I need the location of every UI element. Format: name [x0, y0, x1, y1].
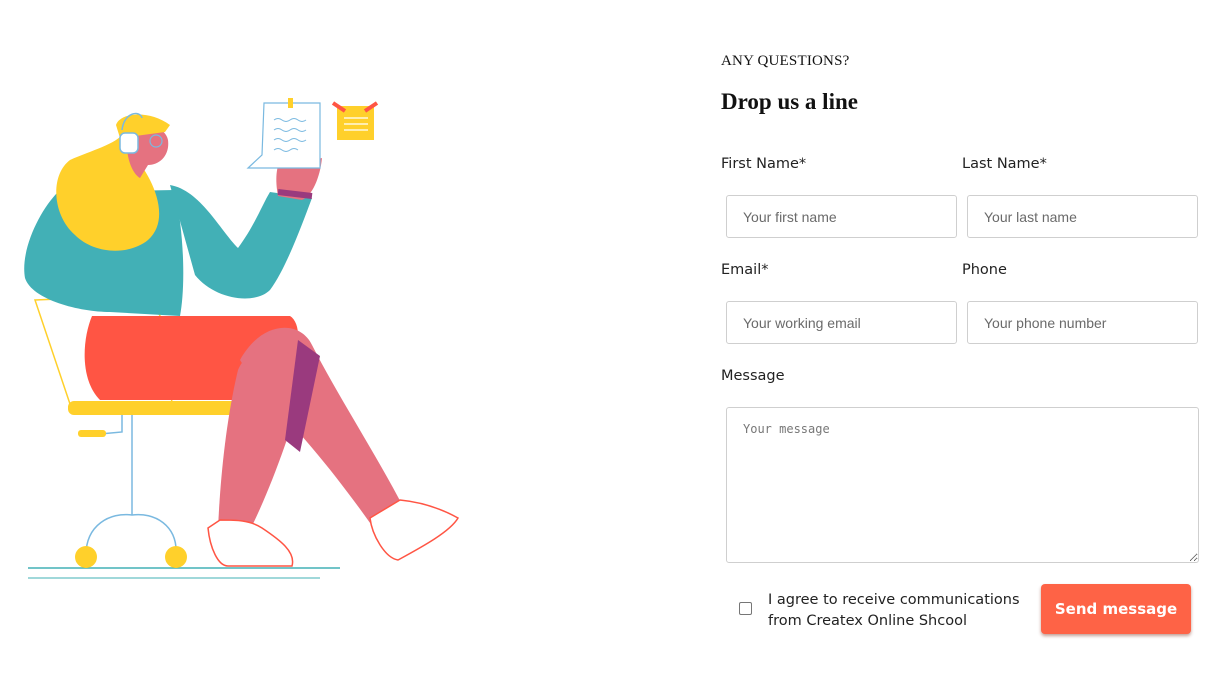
woman-on-chair-illustration — [24, 98, 460, 579]
contact-illustration — [0, 0, 700, 688]
form-heading: Drop us a line — [721, 89, 858, 114]
consent-label: I agree to receive communications from C… — [768, 592, 1020, 629]
contact-form: ANY QUESTIONS? Drop us a line First Name… — [721, 0, 1211, 688]
form-eyebrow: ANY QUESTIONS? — [721, 53, 850, 69]
last-name-label: Last Name* — [962, 156, 1047, 172]
first-name-label: First Name* — [721, 156, 807, 172]
message-textarea[interactable] — [726, 407, 1199, 563]
phone-label: Phone — [962, 262, 1007, 278]
message-label: Message — [721, 368, 785, 384]
consent-row: I agree to receive communications from C… — [739, 590, 1028, 632]
last-name-input[interactable] — [967, 195, 1198, 238]
consent-checkbox[interactable] — [739, 602, 752, 615]
email-input[interactable] — [726, 301, 957, 344]
first-name-input[interactable] — [726, 195, 957, 238]
phone-input[interactable] — [967, 301, 1198, 344]
email-label: Email* — [721, 262, 769, 278]
send-message-button[interactable]: Send message — [1041, 584, 1191, 634]
